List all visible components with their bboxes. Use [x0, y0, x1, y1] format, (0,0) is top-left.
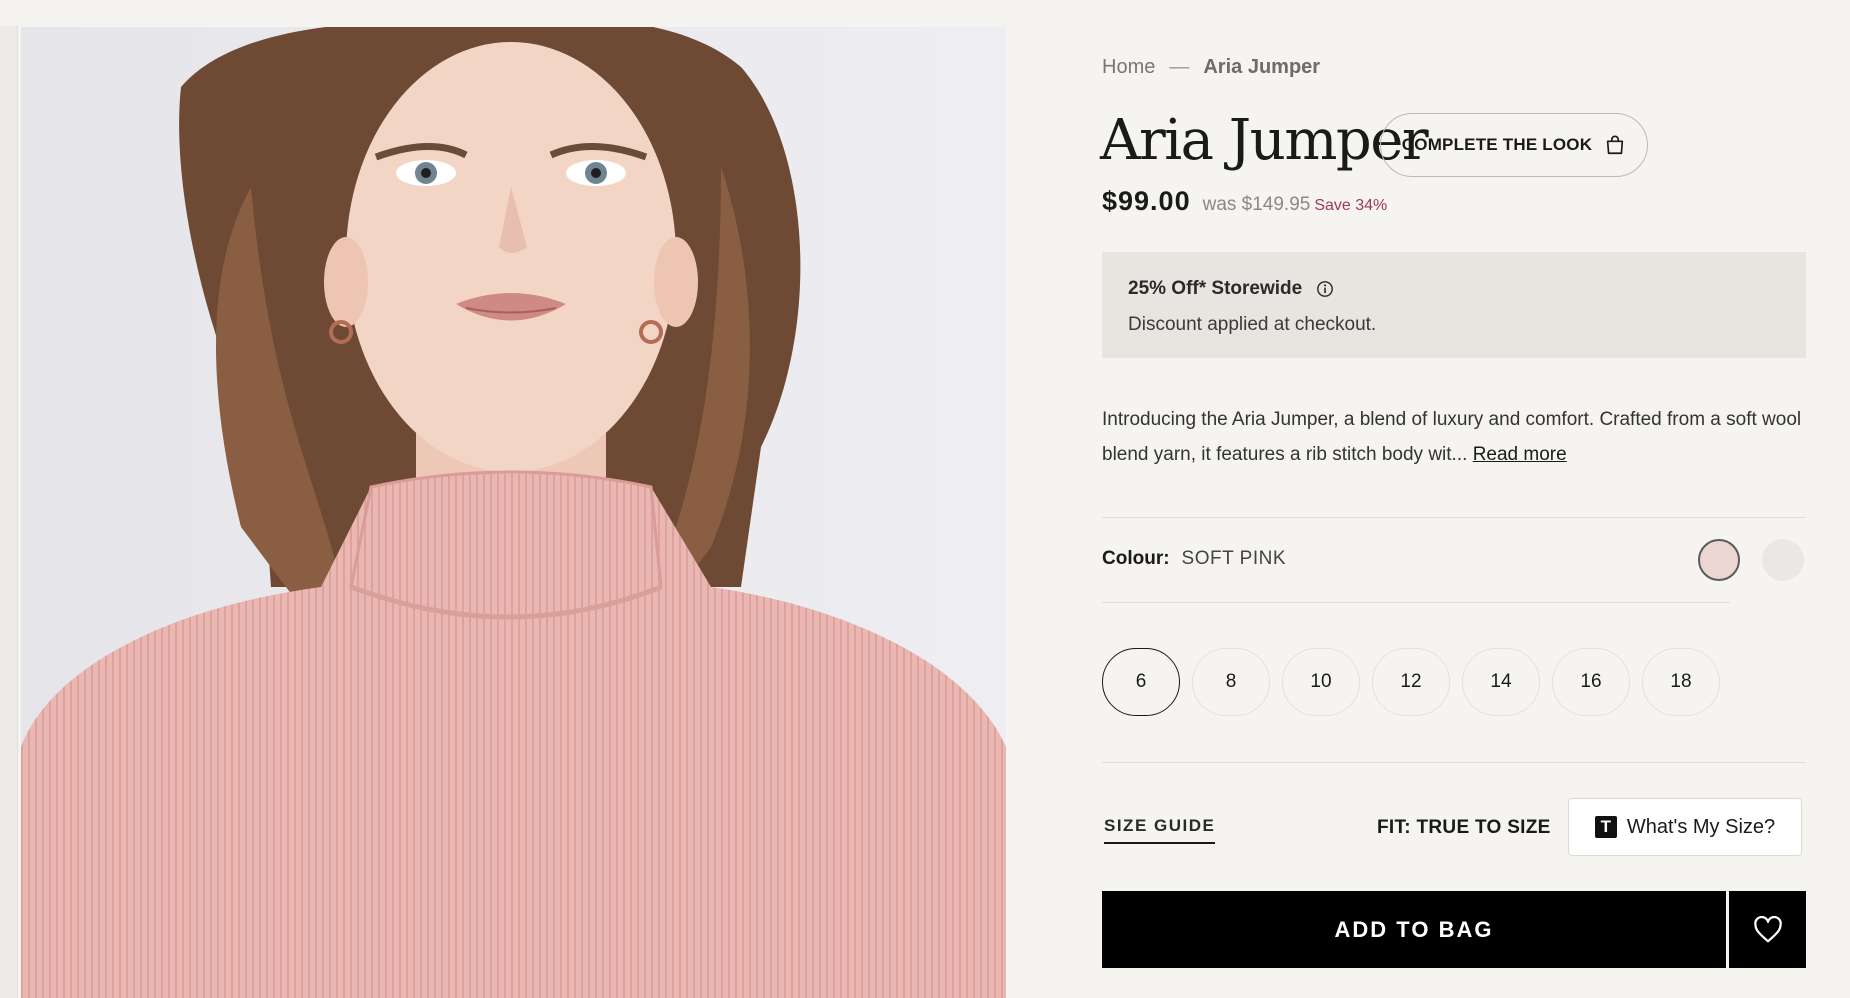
size-option-16[interactable]: 16: [1552, 648, 1630, 716]
product-title: Aria Jumper: [1100, 108, 1429, 173]
promo-subtitle: Discount applied at checkout.: [1128, 314, 1377, 335]
add-to-bag-button[interactable]: ADD TO BAG: [1102, 891, 1726, 968]
size-option-12[interactable]: 12: [1372, 648, 1450, 716]
complete-the-look-label: COMPLETE THE LOOK: [1401, 135, 1593, 154]
product-photo-illustration: [21, 27, 1006, 998]
promo-title: 25% Off* Storewide: [1128, 278, 1303, 299]
colour-value: SOFT PINK: [1181, 548, 1286, 569]
colour-label: Colour:: [1102, 548, 1170, 569]
breadcrumb-current: Aria Jumper: [1203, 56, 1321, 78]
divider: [1102, 602, 1730, 603]
colour-swatch-light-grey[interactable]: [1762, 539, 1804, 581]
top-bar: [0, 0, 1850, 26]
size-option-18[interactable]: 18: [1642, 648, 1720, 716]
size-option-8[interactable]: 8: [1192, 648, 1270, 716]
breadcrumb-separator: —: [1169, 56, 1190, 78]
size-selector: 6 8 10 12 14 16 18: [1102, 648, 1720, 716]
size-option-14[interactable]: 14: [1462, 648, 1540, 716]
true-fit-logo-icon: T: [1594, 816, 1617, 838]
heart-icon: [1753, 915, 1782, 942]
read-more-link[interactable]: Read more: [1473, 444, 1567, 465]
divider: [1102, 762, 1806, 763]
gallery-left-edge: [0, 26, 18, 998]
breadcrumb-home[interactable]: Home: [1102, 56, 1155, 79]
size-guide-link[interactable]: SIZE GUIDE: [1104, 816, 1216, 844]
colour-swatch-soft-pink[interactable]: [1698, 539, 1740, 581]
whats-my-size-button[interactable]: T What's My Size?: [1568, 798, 1802, 856]
promo-title-row: 25% Off* Storewide: [1128, 278, 1780, 300]
whats-my-size-label: What's My Size?: [1626, 815, 1776, 838]
shopping-bag-icon: [1607, 135, 1624, 155]
fit-label: FIT: TRUE TO SIZE: [1377, 817, 1551, 838]
save-percentage: Save 34%: [1314, 197, 1388, 214]
product-image[interactable]: [21, 27, 1006, 998]
complete-the-look-button[interactable]: COMPLETE THE LOOK: [1380, 113, 1648, 177]
wishlist-button[interactable]: [1729, 891, 1806, 968]
breadcrumb: Home — Aria Jumper: [1102, 56, 1320, 79]
size-option-6[interactable]: 6: [1102, 648, 1180, 716]
description-text: Introducing the Aria Jumper, a blend of …: [1102, 409, 1802, 465]
product-description: Introducing the Aria Jumper, a blend of …: [1102, 402, 1812, 472]
promo-banner: 25% Off* Storewide Discount applied at c…: [1102, 252, 1806, 358]
colour-row: Colour: SOFT PINK: [1102, 548, 1286, 570]
was-price: was $149.95: [1202, 194, 1311, 215]
current-price: $99.00: [1102, 186, 1191, 216]
info-icon[interactable]: [1316, 280, 1334, 298]
divider: [1102, 517, 1806, 518]
price-row: $99.00 was $149.95 Save 34%: [1102, 186, 1387, 217]
size-option-10[interactable]: 10: [1282, 648, 1360, 716]
